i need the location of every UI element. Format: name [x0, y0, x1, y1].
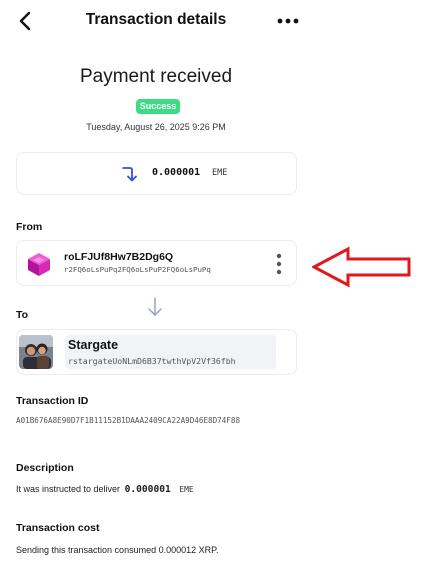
status-badge: Success: [136, 99, 180, 114]
amount-unit: EME: [212, 168, 228, 178]
transaction-id-label: Transaction ID: [16, 395, 89, 407]
from-address: r2FQ6oLsPuPq2FQ6oLsPuP2FQ6oLsPuPq: [64, 265, 211, 274]
transaction-date: Tuesday, August 26, 2025 9:26 PM: [86, 122, 226, 132]
to-name: Stargate: [68, 338, 119, 352]
description-unit: EME: [179, 485, 194, 494]
to-card[interactable]: Stargate rstargateUoNLmD6B37twthVpV2Vf36…: [16, 329, 297, 375]
description-line: It was instructed to deliver 0.000001 EM…: [16, 484, 194, 495]
transaction-id-value: A01B676A8E90D7F1B11152B1DAAA2409CA22A9D4…: [16, 416, 241, 425]
amount-card: 0.000001 EME: [16, 152, 297, 195]
transaction-cost-label: Transaction cost: [16, 522, 100, 534]
page-title: Transaction details: [85, 11, 227, 28]
from-label: From: [16, 221, 43, 233]
magenta-cube-icon: [25, 250, 53, 278]
arrow-down-icon: [146, 296, 164, 318]
more-horizontal-icon[interactable]: [274, 10, 302, 32]
from-card[interactable]: roLFJUf8Hw7B2Dg6Q r2FQ6oLsPuPq2FQ6oLsPuP…: [16, 240, 297, 286]
description-label: Description: [16, 462, 74, 474]
profile-photo: [19, 335, 53, 369]
transaction-cost-text: Sending this transaction consumed 0.0000…: [16, 545, 219, 555]
recipient-box: Stargate rstargateUoNLmD6B37twthVpV2Vf36…: [65, 335, 276, 369]
status-headline: Payment received: [79, 66, 233, 87]
top-bar: Transaction details: [0, 0, 427, 42]
from-name: roLFJUf8Hw7B2Dg6Q: [64, 251, 174, 263]
more-vertical-icon[interactable]: [273, 251, 285, 277]
description-amount: 0.000001: [124, 484, 171, 495]
to-address: rstargateUoNLmD6B37twthVpV2Vf36fbh: [68, 356, 236, 366]
arrow-down-return-icon: [119, 164, 139, 184]
to-label: To: [16, 309, 29, 321]
description-text: It was instructed to deliver: [16, 484, 121, 494]
red-arrow-annotation: [310, 246, 412, 288]
amount-value: 0.000001: [152, 167, 201, 178]
